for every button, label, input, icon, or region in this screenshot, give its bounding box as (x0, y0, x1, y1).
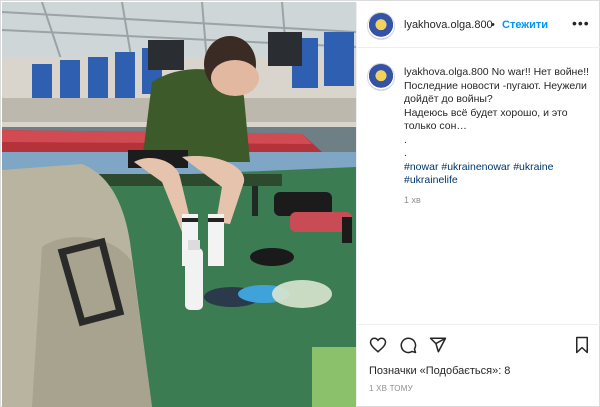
caption-line-4: . (404, 133, 407, 146)
caption-author-avatar[interactable] (367, 63, 395, 91)
hashtag-link[interactable]: #ukraine (513, 161, 553, 173)
follow-button[interactable]: Стежити (502, 19, 548, 31)
header-separator: • (491, 19, 495, 31)
hashtag-link[interactable]: #ukrainenowar (441, 161, 510, 173)
caption-line-2: Последние новости -пугают. Неужели дойдё… (404, 79, 587, 106)
caption-line-3: Надеюсь всё будет хорошо, и это только с… (404, 106, 568, 133)
post-timestamp[interactable]: 1 ХВ ТОМУ (369, 384, 413, 393)
caption-line-5: . (404, 147, 407, 159)
post-caption: lyakhova.olga.800 No war!! Нет войне!! П… (404, 66, 596, 188)
more-options-icon[interactable]: ••• (572, 15, 590, 31)
send-icon[interactable] (429, 336, 447, 354)
post-actions (357, 324, 600, 364)
comment-icon[interactable] (399, 336, 417, 354)
post-header: lyakhova.olga.800 • Стежити ••• (357, 2, 600, 48)
instagram-post: lyakhova.olga.800 • Стежити ••• lyakhova… (0, 0, 600, 407)
heart-icon[interactable] (369, 336, 387, 354)
post-photo[interactable] (2, 2, 356, 407)
hashtag-link[interactable]: #nowar (404, 161, 438, 173)
caption-timestamp: 1 хв (404, 195, 421, 205)
bookmark-icon[interactable] (573, 336, 591, 354)
author-username[interactable]: lyakhova.olga.800 (404, 19, 493, 31)
author-avatar[interactable] (367, 12, 395, 40)
hashtag-link[interactable]: #ukrainelife (404, 174, 458, 186)
post-sidebar: lyakhova.olga.800 • Стежити ••• lyakhova… (356, 2, 600, 407)
caption-line-1: No war!! Нет войне!! (491, 66, 590, 78)
hashtags: #nowar #ukrainenowar #ukraine #ukraineli… (404, 161, 596, 188)
likes-count[interactable]: Позначки «Подобається»: 8 (369, 365, 510, 377)
caption-author-username[interactable]: lyakhova.olga.800 (404, 66, 489, 78)
athlete-photo-illustration (2, 2, 356, 407)
